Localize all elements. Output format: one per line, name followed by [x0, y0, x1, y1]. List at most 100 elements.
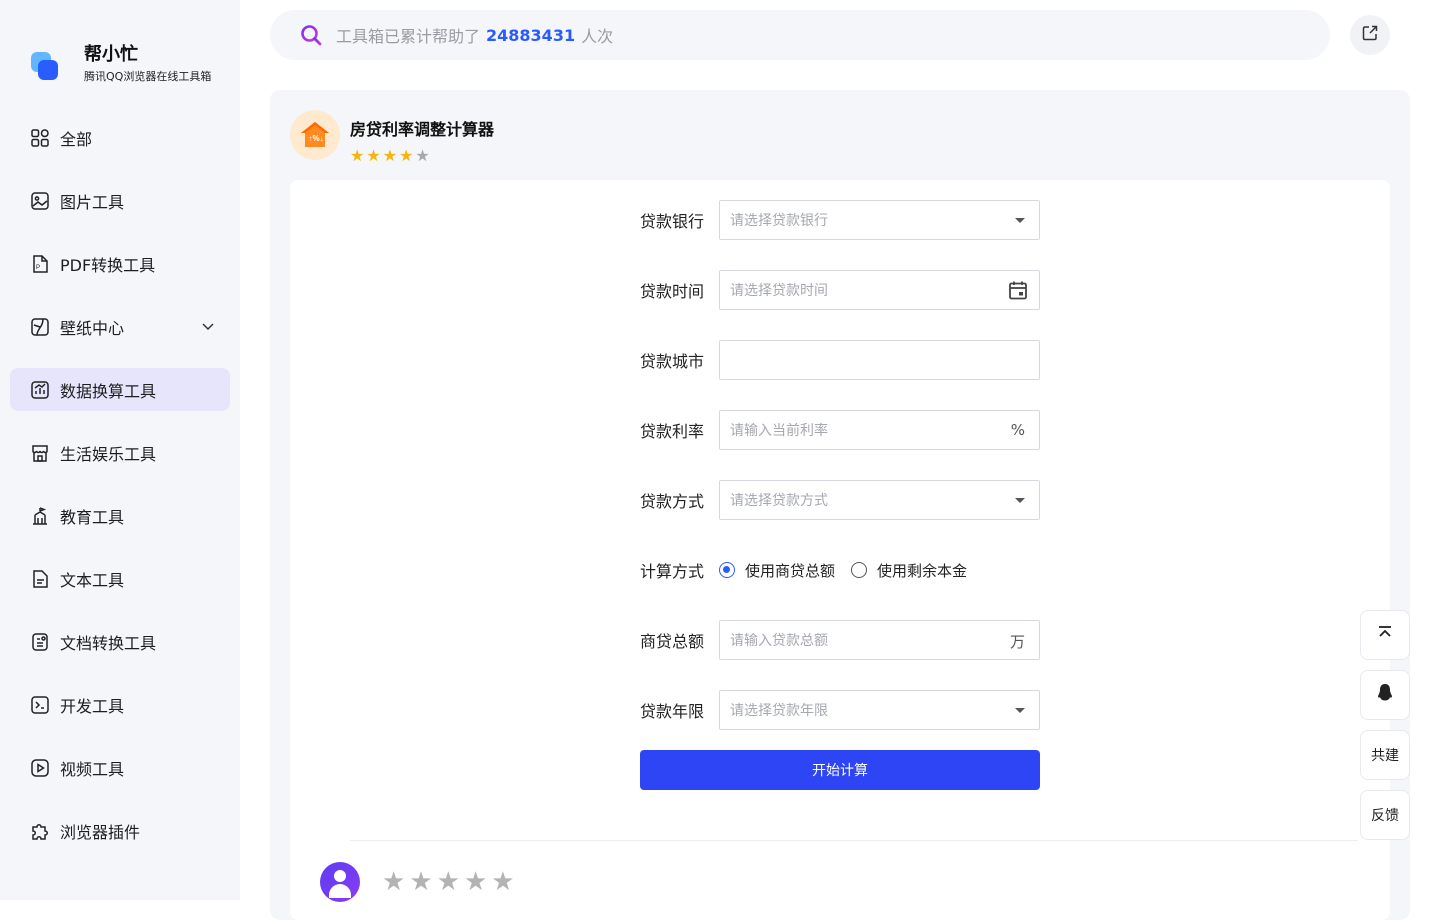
- grid-icon: [30, 128, 50, 148]
- sidebar-item-label: 教育工具: [60, 507, 125, 527]
- qq-penguin-icon: [1376, 683, 1394, 707]
- form-row-time: 贷款时间 请选择贷款时间: [640, 270, 1040, 310]
- star-rate-icon[interactable]: ★: [382, 869, 405, 895]
- sidebar: 帮小忙 腾讯QQ浏览器在线工具箱 全部 图片工具 P PDF转换工具 壁纸中心 …: [0, 0, 240, 900]
- calc-method-label: 计算方式: [640, 562, 705, 581]
- tool-panel: ↑%↓ 房贷利率调整计算器 ★ ★ ★ ★ ★ 贷款银行 请选择贷款银行 贷款时…: [270, 90, 1410, 920]
- total-input[interactable]: 请输入贷款总额 万: [719, 620, 1040, 660]
- sidebar-item-text-tools[interactable]: 文本工具: [10, 557, 230, 600]
- rate-input[interactable]: 请输入当前利率 %: [719, 410, 1040, 450]
- search-icon[interactable]: [300, 24, 322, 46]
- sidebar-item-label: 开发工具: [60, 696, 125, 716]
- form-row-rate: 贷款利率 请输入当前利率 %: [640, 410, 1040, 450]
- video-icon: [30, 758, 50, 778]
- star-icon: ★: [366, 146, 381, 165]
- calculate-button[interactable]: 开始计算: [640, 750, 1040, 790]
- star-rate-icon[interactable]: ★: [491, 869, 514, 895]
- sidebar-item-label: 生活娱乐工具: [60, 444, 157, 464]
- years-select[interactable]: 请选择贷款年限: [719, 690, 1040, 730]
- bank-label: 贷款银行: [640, 212, 705, 231]
- radio-total-loan[interactable]: 使用商贷总额: [719, 560, 835, 581]
- sidebar-item-label: 视频工具: [60, 759, 125, 779]
- puzzle-icon: [30, 821, 50, 841]
- brand[interactable]: 帮小忙 腾讯QQ浏览器在线工具箱: [30, 44, 211, 84]
- city-input[interactable]: [719, 340, 1040, 380]
- radio-label: 使用剩余本金: [877, 561, 968, 580]
- calculator-card: 贷款银行 请选择贷款银行 贷款时间 请选择贷款时间 贷款城市 贷款利率 请输入当…: [290, 180, 1390, 920]
- sidebar-nav: 全部 图片工具 P PDF转换工具 壁纸中心 数据换算工具 生活娱乐工具 教育工…: [10, 116, 230, 872]
- avatar: [320, 862, 360, 902]
- share-button[interactable]: [1350, 15, 1390, 55]
- store-icon: [30, 443, 50, 463]
- tool-header: ↑%↓ 房贷利率调整计算器 ★ ★ ★ ★ ★: [290, 110, 494, 164]
- caret-down-icon: [1015, 708, 1025, 713]
- rating-row: ★ ★ ★ ★ ★: [320, 862, 519, 902]
- bank-select[interactable]: 请选择贷款银行: [719, 200, 1040, 240]
- sidebar-item-data-conversion[interactable]: 数据换算工具: [10, 368, 230, 411]
- search-usage-count: 24883431: [486, 25, 576, 45]
- years-label: 贷款年限: [640, 702, 705, 721]
- form-row-total: 商贷总额 请输入贷款总额 万: [640, 620, 1040, 660]
- time-date-picker[interactable]: 请选择贷款时间: [719, 270, 1040, 310]
- method-placeholder: 请选择贷款方式: [730, 493, 828, 509]
- time-placeholder: 请选择贷款时间: [730, 283, 828, 299]
- radio-label: 使用商贷总额: [745, 561, 836, 580]
- sidebar-item-image-tools[interactable]: 图片工具: [10, 179, 230, 222]
- rate-suffix: %: [1010, 421, 1025, 439]
- sidebar-item-browser-plugins[interactable]: 浏览器插件: [10, 809, 230, 852]
- star-rate-icon[interactable]: ★: [464, 869, 487, 895]
- sidebar-item-label: 壁纸中心: [60, 318, 125, 338]
- sidebar-item-all[interactable]: 全部: [10, 116, 230, 159]
- method-select[interactable]: 请选择贷款方式: [719, 480, 1040, 520]
- search-bar[interactable]: 工具箱已累计帮助了 24883431 人次: [270, 10, 1330, 60]
- sidebar-item-education[interactable]: 教育工具: [10, 494, 230, 537]
- search-suffix-text: 人次: [581, 27, 614, 46]
- star-empty-icon: ★: [415, 146, 430, 165]
- form-row-method: 贷款方式 请选择贷款方式: [640, 480, 1040, 520]
- rate-placeholder: 请输入当前利率: [730, 423, 828, 439]
- sidebar-item-document-conversion[interactable]: 文档转换工具: [10, 620, 230, 663]
- sidebar-item-label: 文本工具: [60, 570, 125, 590]
- qq-button[interactable]: [1360, 670, 1410, 720]
- star-rate-icon[interactable]: ★: [409, 869, 432, 895]
- search-prefix-text: 工具箱已累计帮助了: [336, 27, 481, 46]
- calculator-form: 贷款银行 请选择贷款银行 贷款时间 请选择贷款时间 贷款城市 贷款利率 请输入当…: [640, 200, 1040, 760]
- wallpaper-icon: [30, 317, 50, 337]
- back-to-top-button[interactable]: [1360, 610, 1410, 660]
- sidebar-item-life-entertainment[interactable]: 生活娱乐工具: [10, 431, 230, 474]
- sidebar-item-label: 浏览器插件: [60, 822, 141, 842]
- calendar-icon[interactable]: [1007, 279, 1029, 301]
- star-rate-icon[interactable]: ★: [437, 869, 460, 895]
- feedback-button[interactable]: 反馈: [1360, 790, 1410, 840]
- form-row-years: 贷款年限 请选择贷款年限: [640, 690, 1040, 730]
- svg-text:↑%↓: ↑%↓: [309, 134, 324, 143]
- document-icon: [30, 632, 50, 652]
- tool-title: 房贷利率调整计算器: [350, 120, 495, 139]
- image-icon: [30, 191, 50, 211]
- sidebar-item-video-tools[interactable]: 视频工具: [10, 746, 230, 789]
- terminal-icon: [30, 695, 50, 715]
- calc-method-radio-group: 使用商贷总额 使用剩余本金: [719, 560, 983, 581]
- brand-name: 帮小忙: [84, 44, 138, 65]
- sidebar-item-pdf-tools[interactable]: P PDF转换工具: [10, 242, 230, 285]
- bank-placeholder: 请选择贷款银行: [730, 213, 828, 229]
- radio-remaining-principal[interactable]: 使用剩余本金: [851, 560, 967, 581]
- text-icon: [30, 569, 50, 589]
- form-row-calc-method: 计算方式 使用商贷总额 使用剩余本金: [640, 550, 1040, 590]
- divider: [350, 840, 1358, 841]
- time-label: 贷款时间: [640, 282, 705, 301]
- years-placeholder: 请选择贷款年限: [730, 703, 828, 719]
- chevron-down-icon[interactable]: [200, 318, 216, 334]
- sidebar-item-dev-tools[interactable]: 开发工具: [10, 683, 230, 726]
- share-icon: [1361, 24, 1379, 46]
- cobuild-button[interactable]: 共建: [1360, 730, 1410, 780]
- caret-down-icon: [1015, 498, 1025, 503]
- brand-subtitle: 腾讯QQ浏览器在线工具箱: [84, 70, 212, 83]
- sidebar-item-label: 全部: [60, 129, 93, 149]
- sidebar-item-wallpaper[interactable]: 壁纸中心: [10, 305, 230, 348]
- radio-checked-icon: [719, 562, 735, 578]
- star-icon: ★: [350, 146, 365, 165]
- pdf-icon: P: [30, 254, 50, 274]
- rate-stars: ★ ★ ★ ★ ★: [382, 869, 519, 895]
- school-icon: [30, 506, 50, 526]
